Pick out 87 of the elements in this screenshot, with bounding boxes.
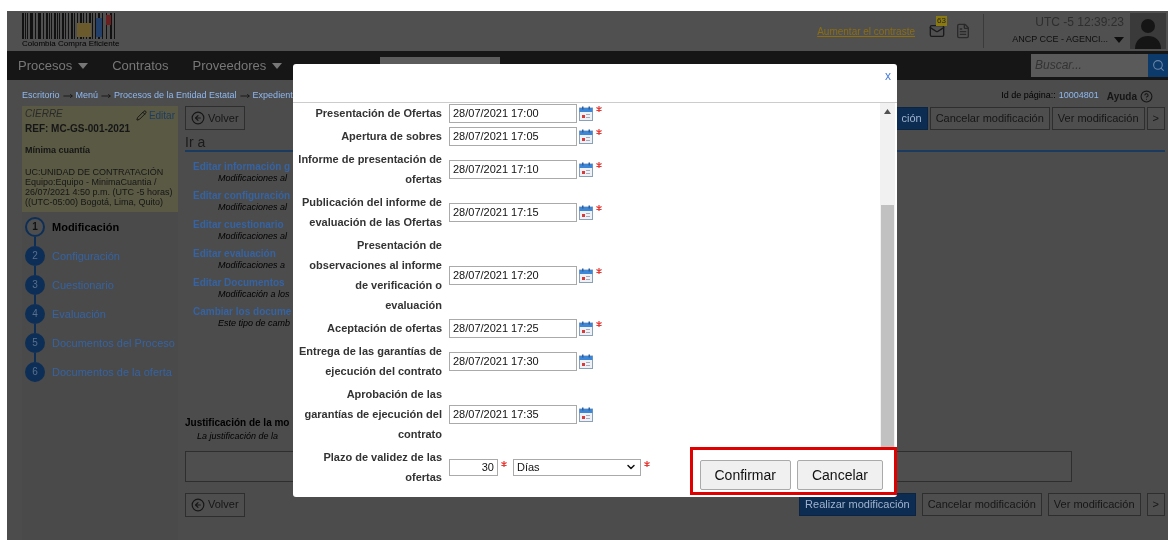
calendar-icon[interactable]: [579, 128, 593, 144]
link-description: Modificaciones al: [218, 173, 288, 184]
edit-section-link[interactable]: Editar cuestionario: [193, 218, 284, 231]
link-description: Modificaciones al: [218, 202, 288, 213]
breadcrumb-link[interactable]: Escritorio: [22, 89, 60, 103]
edit-section-link[interactable]: Editar Documentos: [193, 276, 285, 289]
step-number: 1: [25, 216, 45, 237]
breadcrumb-link[interactable]: Expedient: [252, 89, 293, 103]
pencil-icon: [135, 110, 147, 121]
search-button[interactable]: [1148, 54, 1168, 77]
justification-hint: La justificación de la: [197, 430, 279, 443]
date-input[interactable]: 28/07/2021 17:10: [449, 159, 577, 179]
step-number: 6: [25, 361, 45, 382]
calendar-icon[interactable]: [579, 161, 593, 177]
logo-text: Colombia Compra Eficiente: [22, 39, 120, 49]
step-number: 4: [25, 303, 45, 324]
step-link[interactable]: Configuración: [52, 245, 120, 266]
action-button[interactable]: Ver modificación: [1047, 493, 1141, 516]
action-button[interactable]: Ver modificación: [1051, 106, 1145, 130]
field-label: Plazo de validez de las ofertas: [322, 450, 442, 485]
caret-icon: [1114, 37, 1124, 43]
step-number: 5: [25, 332, 45, 353]
date-input[interactable]: 28/07/2021 17:20: [449, 265, 577, 285]
link-description: Este tipo de camb: [218, 318, 291, 329]
step-link[interactable]: Documentos del Proceso: [52, 332, 175, 353]
edit-section-link[interactable]: Editar configuración: [193, 189, 291, 202]
dialog-button[interactable]: Confirmar: [699, 460, 791, 490]
message-count: 63: [936, 16, 947, 26]
arrow-icon: [101, 91, 112, 101]
step-link[interactable]: Documentos de la oferta: [52, 361, 172, 382]
step-link[interactable]: Cuestionario: [52, 274, 114, 295]
number-input[interactable]: 30: [449, 458, 498, 476]
barcode-logo-icon: [22, 13, 118, 39]
field-label: Informe de presentación de ofertas: [297, 152, 442, 187]
nav-item[interactable]: Procesos: [18, 55, 89, 76]
nav-item[interactable]: Proveedores: [192, 55, 283, 76]
action-button[interactable]: ción: [895, 106, 928, 130]
page-id: 10004801: [1058, 89, 1099, 103]
edit-link[interactable]: Editar: [135, 108, 175, 123]
arrow-icon: [62, 91, 73, 101]
edit-section-link[interactable]: Editar evaluación: [193, 247, 276, 260]
date-input[interactable]: 28/07/2021 17:15: [449, 202, 577, 222]
justification-title: Justificación de la mo: [185, 416, 290, 430]
calendar-icon[interactable]: [579, 320, 593, 336]
nav-item[interactable]: Contratos: [112, 55, 169, 76]
reference-text: REF: MC-GS-001-2021: [25, 123, 132, 134]
close-button[interactable]: x: [885, 69, 891, 83]
edit-section-link[interactable]: Cambiar los docume: [193, 305, 292, 318]
breadcrumb-link[interactable]: Menú: [75, 89, 99, 103]
calendar-icon[interactable]: [579, 105, 593, 121]
date-input[interactable]: 28/07/2021 17:30: [449, 351, 577, 371]
dialog-button[interactable]: Cancelar: [796, 460, 883, 490]
action-button[interactable]: >: [1146, 106, 1165, 130]
page-id-label: Id de página::: [1001, 89, 1056, 103]
date-input[interactable]: 28/07/2021 17:35: [449, 404, 577, 424]
date-input[interactable]: 28/07/2021 17:05: [449, 126, 577, 146]
help-link[interactable]: Ayuda: [1106, 88, 1137, 104]
field-label: Entrega de las garantías de ejecución del contrato: [297, 344, 442, 379]
step-number: 2: [25, 245, 45, 266]
field-label: Aprobación de las garantías de ejecución del contrato: [303, 387, 442, 442]
field-label: Aceptación de ofertas: [326, 321, 442, 336]
process-details: UC:UNIDAD DE CONTRATACIÓN Equipo:Equipo - MinimaCuantia / 26/07/2021 4:50 p.m. (UTC -5 horas) ((UTC-05:00) Bogotá, Lima, Quito): [25, 166, 174, 207]
scrollbar[interactable]: [880, 103, 895, 447]
search-icon: [1151, 59, 1165, 72]
calendar-icon[interactable]: [579, 353, 593, 369]
edit-section-link[interactable]: Editar información g: [193, 160, 291, 173]
field-label: Publicación del informe de evaluación de las Ofertas: [301, 195, 442, 230]
link-description: Modificaciones al: [218, 231, 288, 242]
calendar-icon[interactable]: [579, 267, 593, 283]
date-input[interactable]: 28/07/2021 17:25: [449, 318, 577, 338]
field-label: Presentación de Ofertas: [314, 106, 442, 121]
calendar-icon[interactable]: [579, 204, 593, 220]
breadcrumb-link[interactable]: Procesos de la Entidad Estatal: [114, 89, 237, 103]
process-type: Mínima cuantía: [25, 144, 91, 157]
unit-select[interactable]: Días: [513, 458, 641, 476]
field-label: Presentación de observaciones al informe de verificación o evaluación: [308, 238, 442, 313]
date-input[interactable]: 28/07/2021 17:00: [449, 103, 577, 123]
step-link[interactable]: Evaluación: [52, 303, 106, 324]
calendar-icon[interactable]: [579, 406, 593, 422]
action-button[interactable]: >: [1146, 493, 1165, 516]
step-number: 3: [25, 274, 45, 295]
mail-icon[interactable]: [929, 23, 945, 39]
user-menu[interactable]: ANCP CCE - AGENCI...: [1012, 33, 1124, 47]
step-link[interactable]: Modificación: [52, 216, 120, 237]
link-description: Modificación a los: [218, 289, 290, 300]
arrow-icon: [239, 91, 250, 101]
contrast-link[interactable]: Aumentar el contraste: [817, 23, 915, 39]
